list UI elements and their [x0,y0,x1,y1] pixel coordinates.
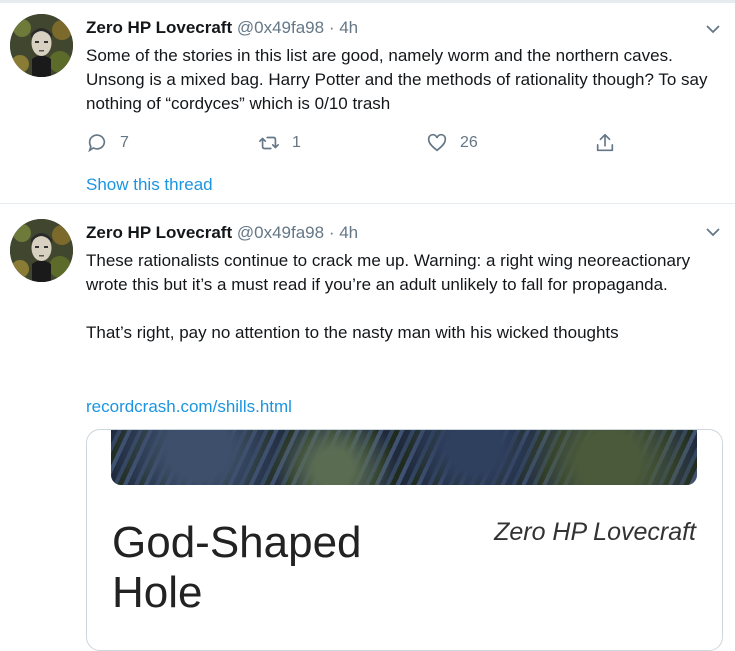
chevron-down-icon[interactable] [705,21,721,37]
user-handle[interactable]: @0x49fa98 [237,18,324,37]
link-card[interactable]: God-Shaped Hole Zero HP Lovecraft [86,429,723,651]
like-count: 26 [460,134,478,151]
chevron-down-icon[interactable] [705,224,721,240]
tweet-actions: 7 1 26 [86,130,626,156]
display-name[interactable]: Zero HP Lovecraft [86,223,232,242]
tweet-link[interactable]: recordcrash.com/shills.html [86,397,292,417]
card-title: God-Shaped Hole [112,518,362,617]
timestamp[interactable]: 4h [339,18,358,37]
tweet-header: Zero HP Lovecraft @0x49fa98 · 4h [86,222,358,244]
retweet-count: 1 [292,134,301,151]
tweet-text: Some of the stories in this list are goo… [86,46,713,113]
reply-count: 7 [120,134,129,151]
avatar-portrait-icon [10,219,73,282]
retweet-arrows-icon [259,136,279,150]
user-handle[interactable]: @0x49fa98 [237,223,324,242]
avatar[interactable] [10,219,73,282]
separator: · [328,18,335,37]
share-button[interactable] [594,130,616,156]
avatar-portrait-icon [10,14,73,77]
timestamp[interactable]: 4h [339,223,358,242]
tweet-text: These rationalists continue to crack me … [86,251,691,342]
separator: · [328,223,335,242]
heart-icon [427,133,447,152]
speech-bubble-icon [88,134,106,153]
card-author: Zero HP Lovecraft [494,518,696,546]
tweet-header: Zero HP Lovecraft @0x49fa98 · 4h [86,17,358,39]
card-image [111,430,697,485]
share-upload-icon [596,133,614,152]
display-name[interactable]: Zero HP Lovecraft [86,18,232,37]
tweet[interactable]: Zero HP Lovecraft @0x49fa98 · 4h These r… [0,203,735,651]
tweet[interactable]: Zero HP Lovecraft @0x49fa98 · 4h Some of… [0,0,735,203]
avatar[interactable] [10,14,73,77]
show-thread-link[interactable]: Show this thread [86,175,213,195]
reply-button[interactable]: 7 [86,130,129,156]
retweet-button[interactable]: 1 [258,130,301,156]
like-button[interactable]: 26 [426,130,478,156]
